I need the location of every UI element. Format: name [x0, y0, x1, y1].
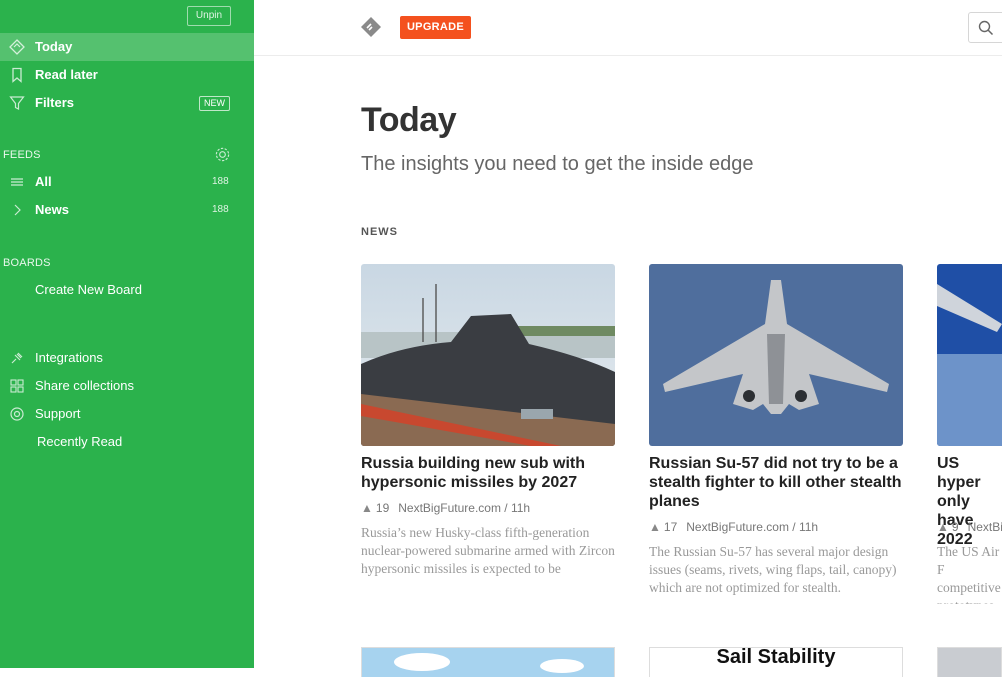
article-thumbnail[interactable]: [649, 264, 903, 446]
article-thumbnail[interactable]: Sail Stability: [649, 647, 903, 677]
sidebar-item-label: Support: [35, 406, 81, 421]
filter-icon: [9, 96, 25, 110]
sidebar-item-label: Filters: [35, 95, 75, 110]
unread-count: 188: [212, 176, 229, 187]
feeds-heading: FEEDS: [3, 149, 41, 161]
article-title[interactable]: US hyper only have 2022: [937, 454, 1002, 549]
article-summary: The US Air F competitive prototypes: [937, 544, 1001, 604]
sidebar-item-today[interactable]: Today: [0, 33, 254, 61]
lifebuoy-icon: [10, 407, 24, 421]
section-label-news[interactable]: NEWS: [361, 226, 398, 238]
article-meta: ▲ 9 NextBi: [937, 520, 1002, 534]
unpin-button[interactable]: Unpin: [187, 6, 231, 26]
page-title: Today: [361, 101, 457, 139]
sidebar-item-label: Today: [35, 39, 73, 54]
sidebar-item-all[interactable]: All 188: [0, 168, 254, 196]
engagement-count: 19: [375, 501, 390, 515]
boards-heading: BOARDS: [3, 257, 51, 269]
thumbnail-caption: Sail Stability: [716, 647, 836, 668]
article-thumbnail[interactable]: [937, 264, 1002, 446]
sidebar-item-news[interactable]: News 188: [0, 196, 254, 224]
engagement-count: 9: [951, 520, 959, 534]
sidebar-item-label: News: [35, 202, 69, 217]
sidebar: Unpin Today Read later Filters NEW FEEDS…: [0, 0, 254, 668]
list-icon: [11, 178, 23, 186]
grid-icon: [10, 379, 24, 393]
article-thumbnail[interactable]: [361, 647, 615, 677]
recently-read-link[interactable]: Recently Read: [37, 433, 122, 451]
bookmark-icon: [12, 67, 22, 83]
sidebar-item-read-later[interactable]: Read later: [0, 61, 254, 89]
article-summary: Russia’s new Husky-class fifth-generatio…: [361, 525, 615, 576]
article-thumbnail[interactable]: [937, 647, 1002, 677]
article-source[interactable]: NextBigFuture.com / 11h: [686, 520, 818, 534]
top-bar: UPGRADE: [254, 0, 1002, 56]
search-button[interactable]: [968, 12, 1002, 43]
article-title[interactable]: Russia building new sub with hypersonic …: [361, 454, 615, 492]
article-meta: ▲ 17 NextBigFuture.com / 11h: [649, 520, 818, 534]
upgrade-button[interactable]: UPGRADE: [400, 16, 471, 39]
flame-icon: ▲: [937, 520, 949, 534]
flame-icon: ▲: [649, 520, 661, 534]
plug-icon: [11, 352, 23, 364]
article-summary: The Russian Su-57 has several major desi…: [649, 544, 897, 595]
sidebar-item-support[interactable]: Support: [0, 400, 254, 428]
sidebar-item-label: Share collections: [35, 378, 134, 393]
create-new-board-link[interactable]: Create New Board: [35, 281, 142, 299]
chevron-right-icon[interactable]: [9, 202, 25, 218]
sidebar-item-label: Integrations: [35, 350, 103, 365]
sidebar-item-label: All: [35, 174, 52, 189]
article-card[interactable]: US hyper only have 2022 ▲ 9 NextBi The US …: [937, 264, 1002, 604]
article-meta: ▲ 19 NextBigFuture.com / 11h: [361, 501, 530, 515]
sidebar-item-integrations[interactable]: Integrations: [0, 344, 254, 372]
gear-icon[interactable]: [214, 146, 231, 163]
article-source[interactable]: NextBi: [968, 520, 1002, 534]
today-icon: [9, 39, 25, 55]
page-subtitle: The insights you need to get the inside …: [361, 153, 754, 175]
sidebar-item-label: Read later: [35, 67, 98, 82]
flame-icon: ▲: [361, 501, 373, 515]
search-icon: [978, 20, 994, 36]
article-title[interactable]: Russian Su-57 did not try to be a stealt…: [649, 454, 903, 511]
engagement-count: 17: [663, 520, 678, 534]
article-source[interactable]: NextBigFuture.com / 11h: [398, 501, 530, 515]
sidebar-item-share-collections[interactable]: Share collections: [0, 372, 254, 400]
new-badge: NEW: [199, 96, 230, 111]
sidebar-item-filters[interactable]: Filters NEW: [0, 89, 254, 117]
feedly-logo-icon[interactable]: [360, 16, 382, 38]
unread-count: 188: [212, 204, 229, 215]
article-thumbnail[interactable]: [361, 264, 615, 446]
